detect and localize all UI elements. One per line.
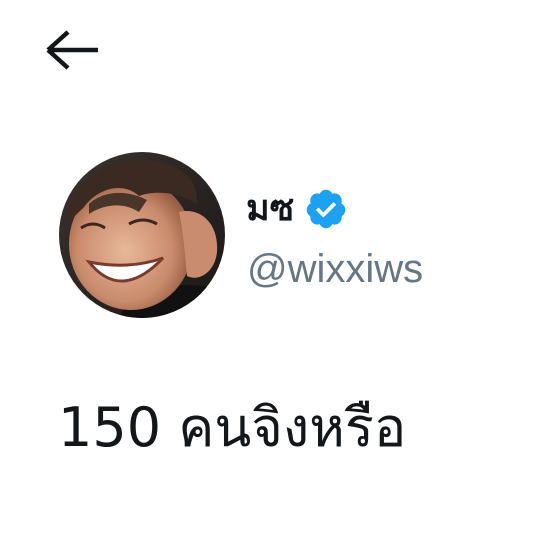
avatar[interactable] xyxy=(59,152,225,318)
display-name[interactable]: มซ xyxy=(246,191,294,227)
author-name-row: มซ xyxy=(246,183,348,235)
arrow-left-icon xyxy=(46,30,98,70)
user-handle[interactable]: @wixxiws xyxy=(247,244,423,294)
tweet-text: 150 คนจิงหรือ xyxy=(58,396,407,459)
profile-photo xyxy=(59,152,225,318)
back-button[interactable] xyxy=(40,22,106,78)
verified-badge-icon xyxy=(306,189,346,229)
